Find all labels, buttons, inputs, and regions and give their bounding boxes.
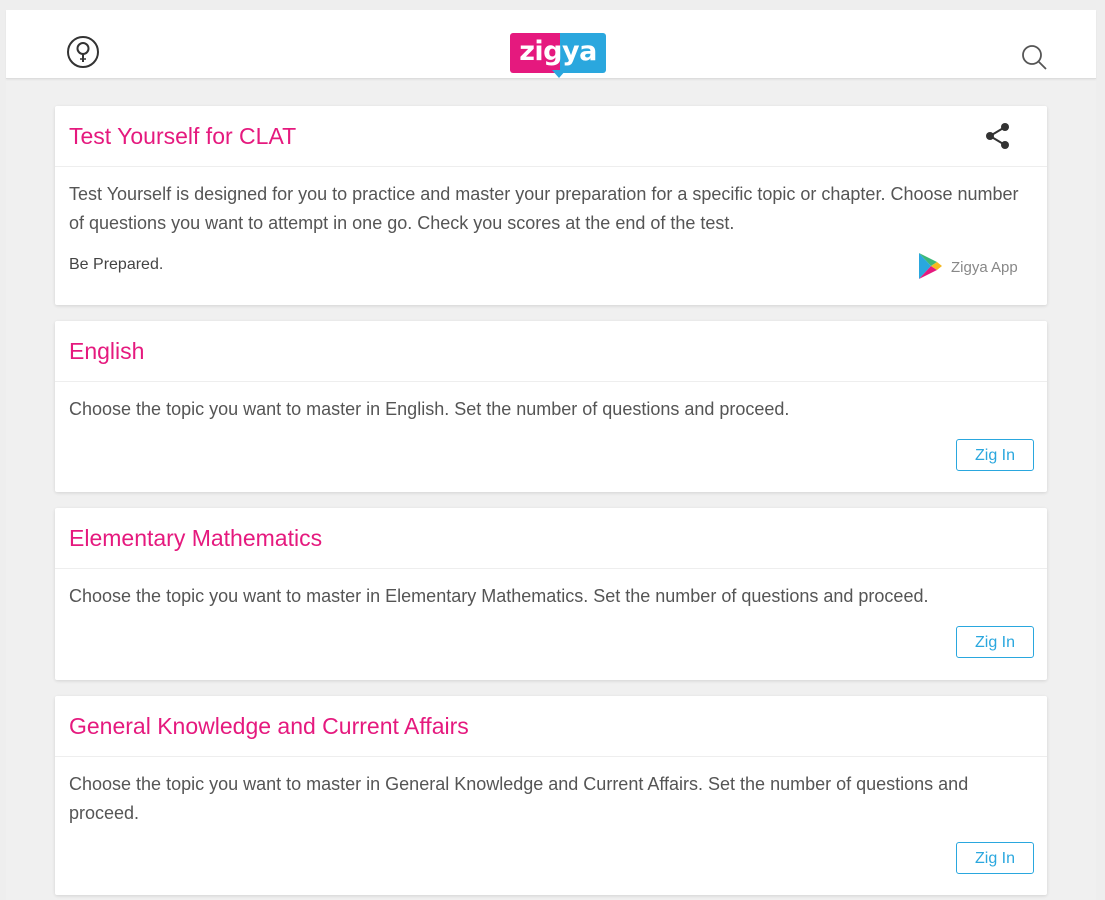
zig-in-button-english[interactable]: Zig In — [956, 439, 1034, 471]
zigya-logo[interactable]: zigya — [510, 33, 606, 78]
google-play-icon — [917, 251, 943, 281]
zig-in-button-general-knowledge[interactable]: Zig In — [956, 842, 1034, 874]
subject-card-general-knowledge: General Knowledge and Current Affairs Ch… — [55, 696, 1047, 895]
search-icon[interactable] — [1020, 43, 1050, 73]
subject-title: General Knowledge and Current Affairs — [69, 713, 469, 739]
intro-title: Test Yourself for CLAT — [69, 123, 297, 149]
intro-card-header: Test Yourself for CLAT — [55, 106, 1047, 167]
bulb-icon[interactable] — [66, 35, 100, 69]
share-icon[interactable] — [985, 122, 1011, 150]
subject-description: Choose the topic you want to master in E… — [69, 586, 929, 606]
subject-card-mathematics: Elementary Mathematics Choose the topic … — [55, 508, 1047, 680]
subject-card-header: Elementary Mathematics — [55, 508, 1047, 569]
subject-card-header: General Knowledge and Current Affairs — [55, 696, 1047, 757]
top-bar: zigya — [6, 10, 1096, 79]
be-prepared-text: Be Prepared. — [69, 256, 164, 273]
subject-title: English — [69, 338, 145, 364]
logo-text: zigya — [519, 36, 597, 67]
intro-description: Test Yourself is designed for you to pra… — [69, 184, 1019, 233]
intro-card: Test Yourself for CLAT Test Yourself is … — [55, 106, 1047, 305]
zigya-app-label: Zigya App — [951, 259, 1018, 276]
subject-description: Choose the topic you want to master in E… — [69, 399, 790, 419]
zig-in-button-mathematics[interactable]: Zig In — [956, 626, 1034, 658]
subject-card-header: English — [55, 321, 1047, 382]
subject-description: Choose the topic you want to master in G… — [69, 774, 969, 823]
subject-card-english: English Choose the topic you want to mas… — [55, 321, 1047, 492]
subject-title: Elementary Mathematics — [69, 525, 323, 551]
